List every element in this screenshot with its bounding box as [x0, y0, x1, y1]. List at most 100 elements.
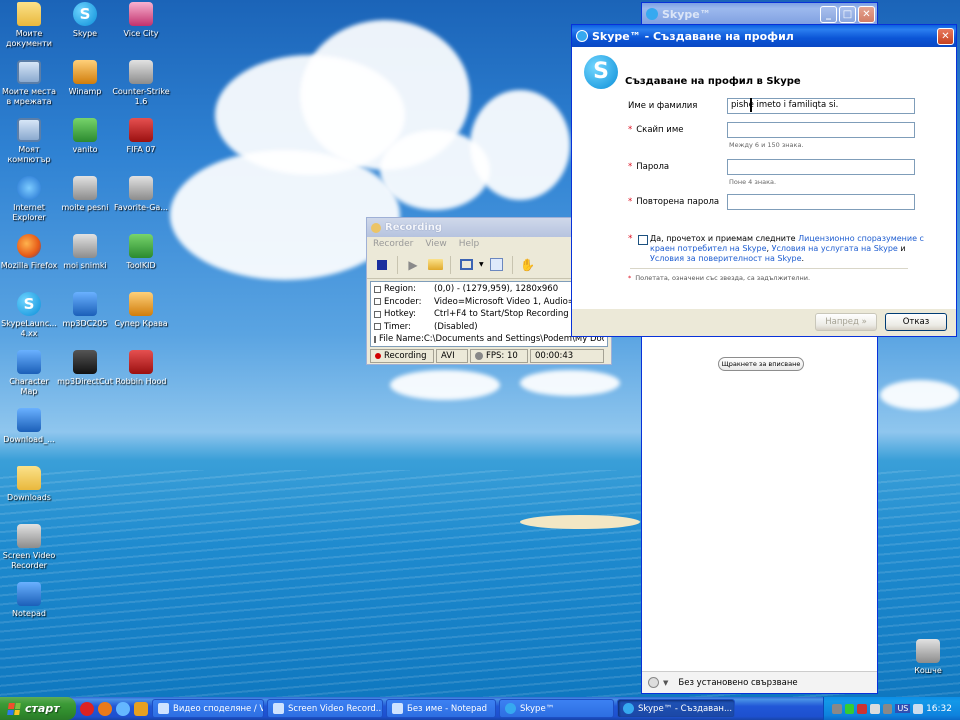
desktop-icon[interactable]: Screen Video Recorder	[0, 524, 58, 571]
desktop-icon-label: Winamp	[68, 87, 102, 96]
desktop-icon[interactable]: Download_...	[0, 408, 58, 445]
desktop-icon[interactable]: Downloads	[0, 466, 58, 503]
desktop-icon[interactable]: Vice City	[112, 2, 170, 39]
menu-recorder[interactable]: Recorder	[373, 239, 413, 249]
stop-icon[interactable]	[373, 256, 391, 274]
desktop-icon[interactable]: SkypeLaunc... 4.xx	[0, 292, 58, 339]
desktop-icon[interactable]: Супер Крава	[112, 292, 170, 329]
password-field[interactable]	[727, 159, 915, 175]
record-fps: FPS: 10	[470, 349, 528, 363]
mp3cut-icon	[73, 350, 97, 374]
desktop-icon-label: FIFA 07	[126, 145, 156, 154]
dialog-close-button[interactable]: ✕	[937, 27, 954, 45]
desktop-icon[interactable]: Robbin Hood	[112, 350, 170, 387]
desktop-icon[interactable]: Character Map	[0, 350, 58, 397]
required-mark: *	[628, 162, 633, 172]
desktop-icon-label: Моите документи	[5, 29, 53, 48]
desktop-icon[interactable]: Winamp	[56, 60, 114, 97]
password-label: Парола	[636, 162, 670, 172]
opera-icon[interactable]	[80, 701, 94, 716]
skype-icon	[17, 292, 41, 316]
password-confirm-field[interactable]	[727, 194, 915, 210]
task-skype[interactable]: Skype™	[499, 699, 614, 718]
computer-icon	[17, 118, 41, 142]
desktop-icon[interactable]: Моите документи	[0, 2, 58, 49]
download-icon	[17, 408, 41, 432]
task-skype-create-profile[interactable]: Skype™ - Създаван...	[617, 699, 735, 718]
play-icon[interactable]: ▶	[404, 256, 422, 274]
firefox-icon[interactable]	[98, 701, 112, 716]
winamp-icon[interactable]	[134, 701, 148, 716]
close-button[interactable]: ✕	[858, 5, 875, 23]
skype-status-bar[interactable]: ▼ Без установено свързване	[642, 671, 877, 693]
form-divider	[630, 268, 908, 269]
desktop-icon-label: Favorite-Ga...	[114, 203, 168, 212]
task-notepad[interactable]: Без име - Notepad	[386, 699, 496, 718]
signin-button[interactable]: Щракнете за вписване	[718, 357, 804, 371]
dialog-titlebar[interactable]: Skype™ - Създаване на профил ✕	[572, 25, 956, 47]
terms-of-service-link[interactable]: Условия на услугата на Skype	[772, 244, 898, 253]
menu-view[interactable]: View	[425, 239, 446, 249]
hand-icon[interactable]: ✋	[519, 256, 537, 274]
chevron-down-icon: ▼	[663, 678, 669, 687]
language-indicator[interactable]: US	[895, 704, 911, 713]
terms-checkbox[interactable]	[638, 235, 648, 245]
next-button[interactable]: Напред »	[815, 313, 877, 331]
chevron-down-icon[interactable]: ▼	[479, 261, 484, 268]
desktop-icon[interactable]: mp3DC205	[56, 292, 114, 329]
start-label: старт	[25, 702, 60, 715]
skype-main-titlebar[interactable]: Skype™ _ □ ✕	[642, 3, 877, 25]
desktop-icon[interactable]: moite pesni	[56, 176, 114, 213]
maximize-button[interactable]: □	[839, 5, 856, 23]
password-confirm-label: Повторена парола	[636, 197, 720, 207]
start-button[interactable]: старт	[0, 697, 76, 720]
desktop-icon-label: SkypeLaunc... 4.xx	[1, 319, 57, 338]
recorder-icon	[371, 222, 381, 233]
tree-icon	[73, 118, 97, 142]
info-row-region: Region: (0,0) - (1279,959), 1280x960	[374, 283, 604, 296]
desktop-icon[interactable]: Notepad	[0, 582, 58, 619]
task-screen-recorder[interactable]: Screen Video Record...	[267, 699, 383, 718]
name-field[interactable]: pishe imeto i familiqta si.	[727, 98, 915, 114]
password-row: * Парола Поне 4 знака.	[572, 159, 956, 195]
cancel-button[interactable]: Отказ	[885, 313, 947, 331]
region-select-icon[interactable]	[457, 256, 475, 274]
desktop-icon[interactable]: Моите места в мрежата	[0, 60, 58, 107]
desktop-icon[interactable]: Mozilla Firefox	[0, 234, 58, 271]
privacy-link[interactable]: Условия за поверителност на Skype	[650, 254, 802, 263]
volume-icon[interactable]	[913, 703, 924, 714]
desktop-icon[interactable]: Favorite-Ga...	[112, 176, 170, 213]
desktop-icon[interactable]: moi snimki	[56, 234, 114, 271]
desktop-icon[interactable]: Моят компютър	[0, 118, 58, 165]
create-profile-dialog[interactable]: Skype™ - Създаване на профил ✕ S Създава…	[571, 24, 957, 337]
recycle-bin-icon	[916, 639, 940, 663]
tray-icon[interactable]	[857, 703, 868, 714]
desktop-icon[interactable]: Internet Explorer	[0, 176, 58, 223]
menu-help[interactable]: Help	[459, 239, 480, 249]
desktop-icon[interactable]: mp3DirectCut	[56, 350, 114, 387]
tray-icon[interactable]	[832, 703, 842, 714]
ie-icon[interactable]	[116, 701, 130, 716]
desktop-icon[interactable]: vanito	[56, 118, 114, 155]
desktop-icon[interactable]: ToolKID	[112, 234, 170, 271]
minimize-button[interactable]: _	[820, 5, 837, 23]
tray-icon[interactable]	[870, 703, 880, 714]
recording-title: Recording	[385, 222, 443, 233]
connection-status: Без установено свързване	[678, 677, 798, 688]
settings-icon[interactable]	[488, 256, 506, 274]
open-folder-icon[interactable]	[426, 256, 444, 274]
task-video-share[interactable]: Видео споделяне / V...	[152, 699, 264, 718]
skype-logo-icon: S	[584, 55, 618, 89]
dialog-title: Skype™ - Създаване на профил	[592, 29, 794, 43]
username-field[interactable]	[727, 122, 915, 138]
desktop-icon-label: Skype	[72, 29, 98, 38]
record-time: 00:00:43	[530, 349, 604, 363]
tray-icon[interactable]	[882, 703, 893, 714]
desktop-icon[interactable]: Counter-Strike 1.6	[112, 60, 170, 107]
desktop-icon[interactable]: FIFA 07	[112, 118, 170, 155]
tray-icon[interactable]	[844, 703, 855, 714]
recorder-icon	[17, 524, 41, 548]
desktop-icon[interactable]: Skype	[56, 2, 114, 39]
password-hint: Поне 4 знака.	[729, 178, 777, 186]
desktop-icon[interactable]: Кошче	[899, 639, 957, 676]
